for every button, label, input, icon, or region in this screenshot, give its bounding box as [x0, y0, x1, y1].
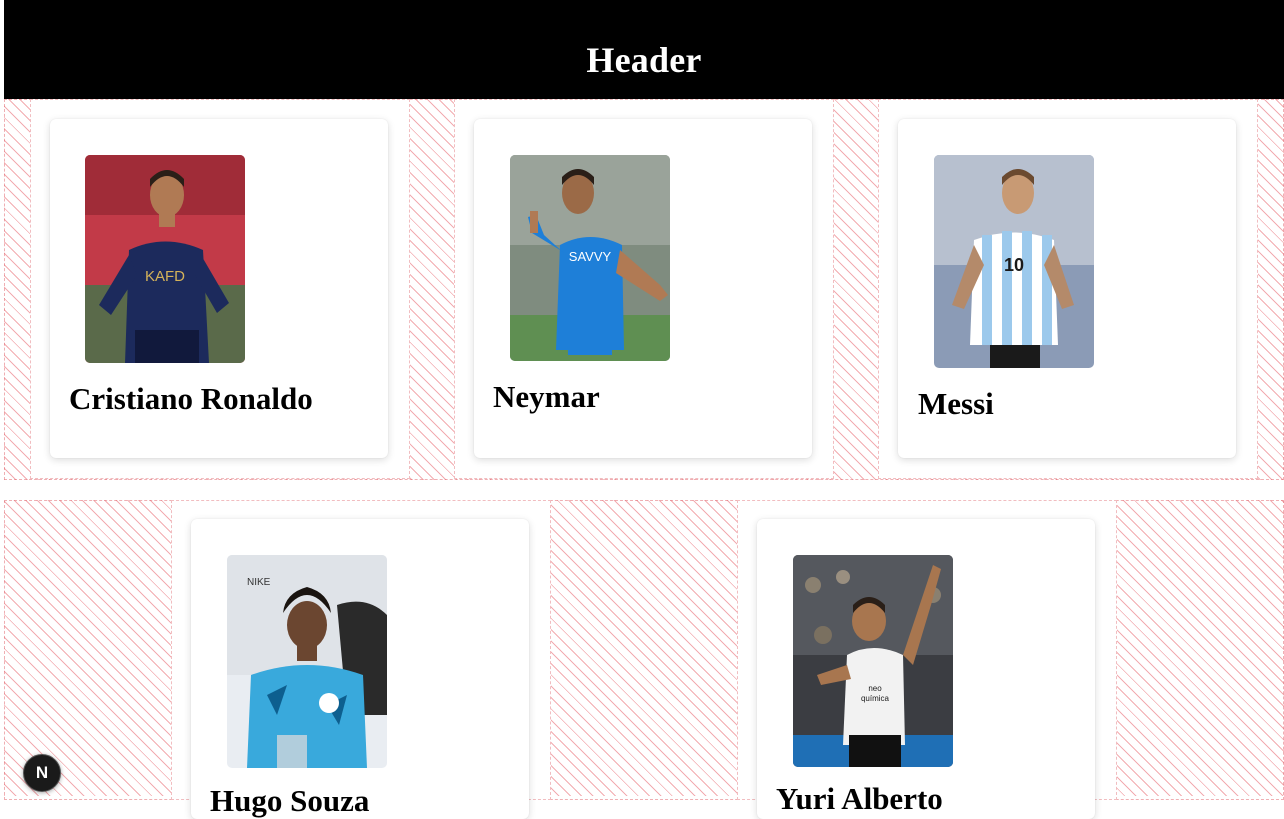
player-photo-yuri: neo química — [793, 555, 953, 767]
player-card[interactable]: SAVVY Neymar — [474, 119, 812, 458]
player-card[interactable]: neo química Yuri Alberto — [757, 519, 1095, 819]
page-title: Header — [586, 40, 702, 80]
svg-text:10: 10 — [1004, 255, 1024, 275]
svg-text:química: química — [861, 694, 890, 703]
player-photo-neymar: SAVVY — [510, 155, 670, 361]
player-card[interactable]: NIKE flexform Hugo Souza — [191, 519, 529, 819]
svg-text:NIKE: NIKE — [247, 577, 271, 588]
page-header: Header — [4, 0, 1284, 99]
player-name: Cristiano Ronaldo — [69, 381, 313, 416]
player-name: Hugo Souza — [210, 783, 370, 818]
svg-text:neo: neo — [868, 684, 882, 693]
dev-badge-label: N — [35, 763, 49, 782]
player-name: Messi — [918, 386, 994, 421]
player-photo-messi: 10 — [934, 155, 1094, 368]
player-card[interactable]: KAFD Cristiano Ronaldo — [50, 119, 388, 458]
player-name: Neymar — [493, 379, 600, 414]
player-card[interactable]: 10 Messi — [898, 119, 1236, 458]
player-photo-hugo: NIKE flexform — [227, 555, 387, 768]
svg-text:SAVVY: SAVVY — [569, 249, 612, 264]
nextjs-dev-indicator-icon[interactable]: N — [23, 754, 61, 792]
player-photo-ronaldo: KAFD — [85, 155, 245, 363]
player-name: Yuri Alberto — [776, 781, 943, 816]
svg-text:KAFD: KAFD — [145, 268, 185, 285]
